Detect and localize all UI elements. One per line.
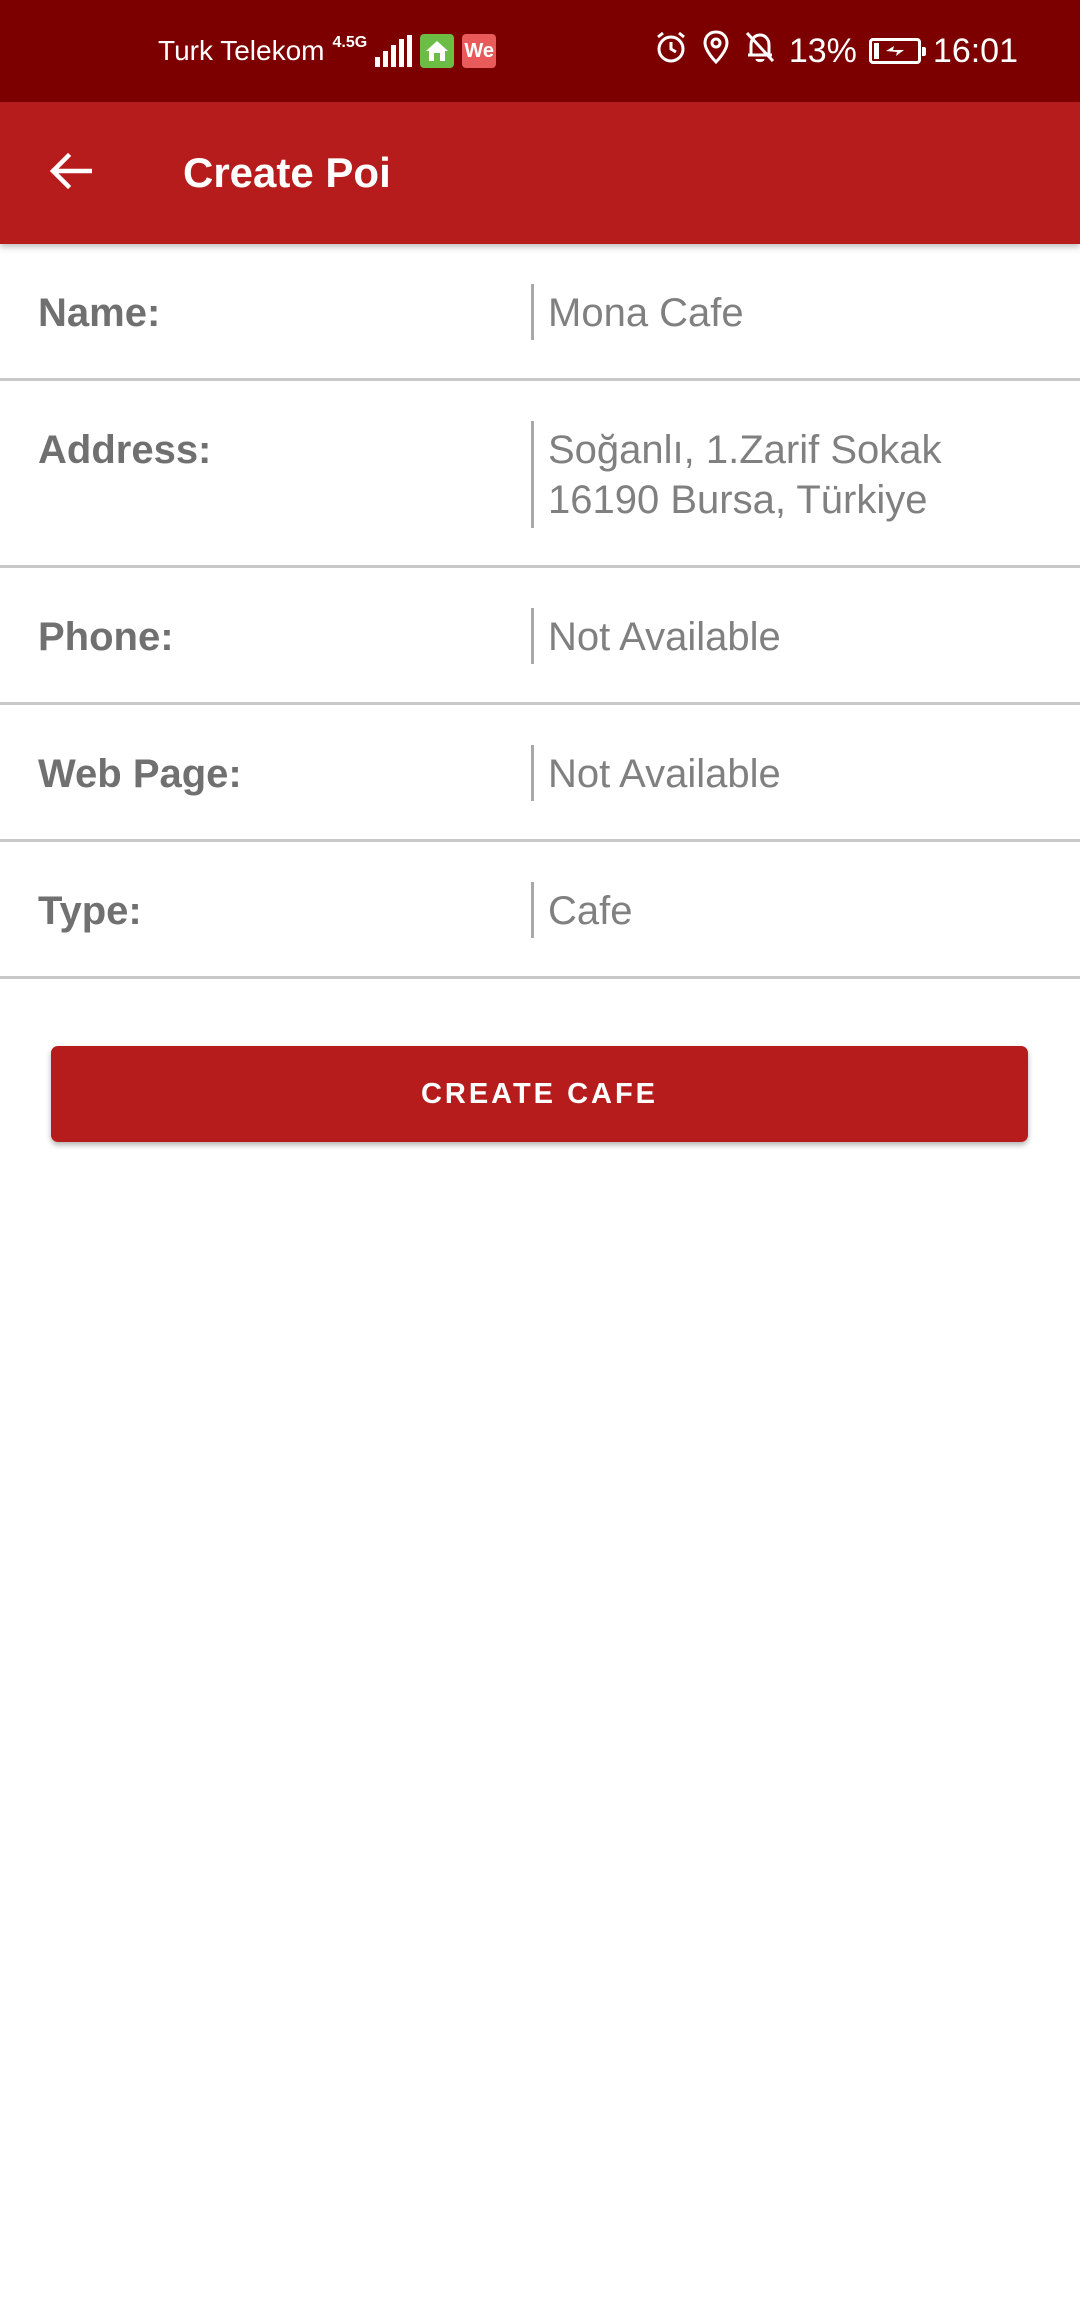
field-divider <box>531 745 534 801</box>
web-page-field[interactable]: Not Available <box>548 749 1048 799</box>
address-row: Address: Soğanlı, 1.Zarif Sokak 16190 Bu… <box>0 381 1080 568</box>
address-field[interactable]: Soğanlı, 1.Zarif Sokak 16190 Bursa, Türk… <box>548 425 1048 525</box>
page-title: Create Poi <box>183 149 391 196</box>
location-icon <box>701 29 731 74</box>
status-left: Turk Telekom 4.5G We <box>158 0 497 102</box>
network-type: 4.5G <box>332 34 368 51</box>
we-app-icon: We <box>462 34 497 68</box>
create-cafe-button[interactable]: CREATE CAFE <box>51 1046 1028 1142</box>
battery-percent: 13% <box>788 31 857 70</box>
field-divider <box>531 608 534 664</box>
bell-off-icon <box>743 29 777 74</box>
name-field[interactable]: Mona Cafe <box>548 288 1048 338</box>
field-divider <box>531 882 534 938</box>
name-label: Name: <box>38 291 161 335</box>
field-divider <box>531 421 534 528</box>
back-button[interactable] <box>30 133 110 213</box>
field-divider <box>531 284 534 340</box>
app-bar: Create Poi <box>0 102 1080 244</box>
alarm-icon <box>653 29 689 74</box>
phone-field[interactable]: Not Available <box>548 612 1048 662</box>
name-row: Name: Mona Cafe <box>0 244 1080 381</box>
type-label: Type: <box>38 889 142 933</box>
carrier-name: Turk Telekom <box>158 35 325 66</box>
type-field[interactable]: Cafe <box>548 886 1048 936</box>
signal-icon <box>375 35 413 67</box>
home-app-icon <box>420 34 455 68</box>
phone-row: Phone: Not Available <box>0 568 1080 705</box>
clock: 16:01 <box>932 31 1018 70</box>
poi-form: Name: Mona Cafe Address: Soğanlı, 1.Zari… <box>0 244 1080 979</box>
arrow-left-icon <box>48 151 93 196</box>
web-page-label: Web Page: <box>38 752 242 796</box>
status-bar: Turk Telekom 4.5G We 13% 16:01 <box>0 0 1080 102</box>
battery-charging-icon <box>868 38 926 64</box>
phone-label: Phone: <box>38 615 174 659</box>
web-page-row: Web Page: Not Available <box>0 705 1080 842</box>
address-label: Address: <box>38 428 212 472</box>
type-row: Type: Cafe <box>0 842 1080 979</box>
status-right: 13% 16:01 <box>653 0 1018 102</box>
